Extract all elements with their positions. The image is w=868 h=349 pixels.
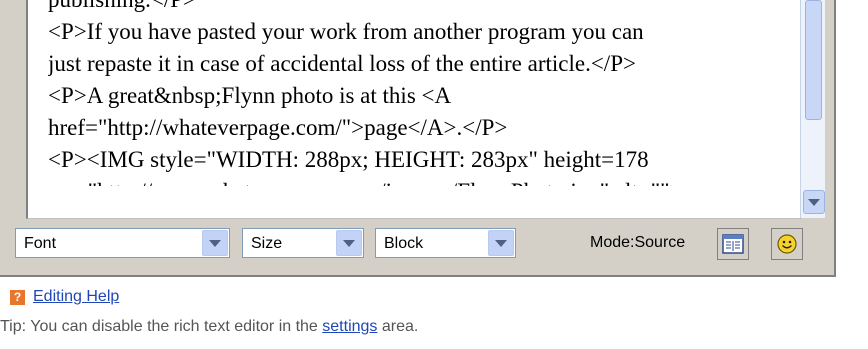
smiley-icon	[777, 234, 797, 254]
code-line: just repaste it in case of accidental lo…	[48, 51, 636, 76]
size-select[interactable]: Size	[242, 228, 364, 258]
source-code[interactable]: publishing.</P> <P>If you have pasted yo…	[48, 0, 796, 186]
code-line: href="http://whateverpage.com/">page</A>…	[48, 115, 508, 140]
editor-frame: publishing.</P> <P>If you have pasted yo…	[0, 0, 836, 277]
source-view-icon	[722, 234, 744, 254]
editing-help: ? Editing Help	[10, 288, 119, 306]
editing-help-link[interactable]: Editing Help	[33, 288, 119, 306]
mode-toggle-button[interactable]	[717, 228, 749, 260]
editor-toolbar: Font Size Block Mode:Source	[15, 224, 825, 270]
code-line: publishing.</P>	[48, 0, 796, 16]
code-line-partial: src="http://www.whateverpage.com/images/…	[48, 176, 796, 186]
smiley-button[interactable]	[771, 228, 803, 260]
font-select[interactable]: Font	[15, 228, 230, 258]
chevron-down-icon	[209, 239, 221, 247]
tip-text: Tip: You can disable the rich text edito…	[0, 318, 419, 335]
vertical-scrollbar[interactable]	[800, 0, 825, 218]
help-icon: ?	[10, 289, 25, 305]
font-dropdown-button[interactable]	[202, 230, 228, 256]
settings-link[interactable]: settings	[322, 318, 377, 335]
scroll-down-button[interactable]	[803, 190, 825, 214]
chevron-down-icon	[343, 239, 355, 247]
block-select[interactable]: Block	[375, 228, 516, 258]
size-dropdown-button[interactable]	[336, 230, 362, 256]
code-line: <P>A great&nbsp;Flynn photo is at this <…	[48, 83, 452, 108]
block-dropdown-button[interactable]	[488, 230, 514, 256]
scrollbar-thumb[interactable]	[805, 0, 822, 120]
code-line: <P>If you have pasted your work from ano…	[48, 19, 644, 44]
chevron-down-icon	[808, 198, 820, 206]
code-line: <P><IMG style="WIDTH: 288px; HEIGHT: 283…	[48, 147, 649, 172]
chevron-down-icon	[495, 239, 507, 247]
mode-label: Mode:Source	[590, 234, 686, 251]
source-editor[interactable]: publishing.</P> <P>If you have pasted yo…	[26, 0, 802, 219]
